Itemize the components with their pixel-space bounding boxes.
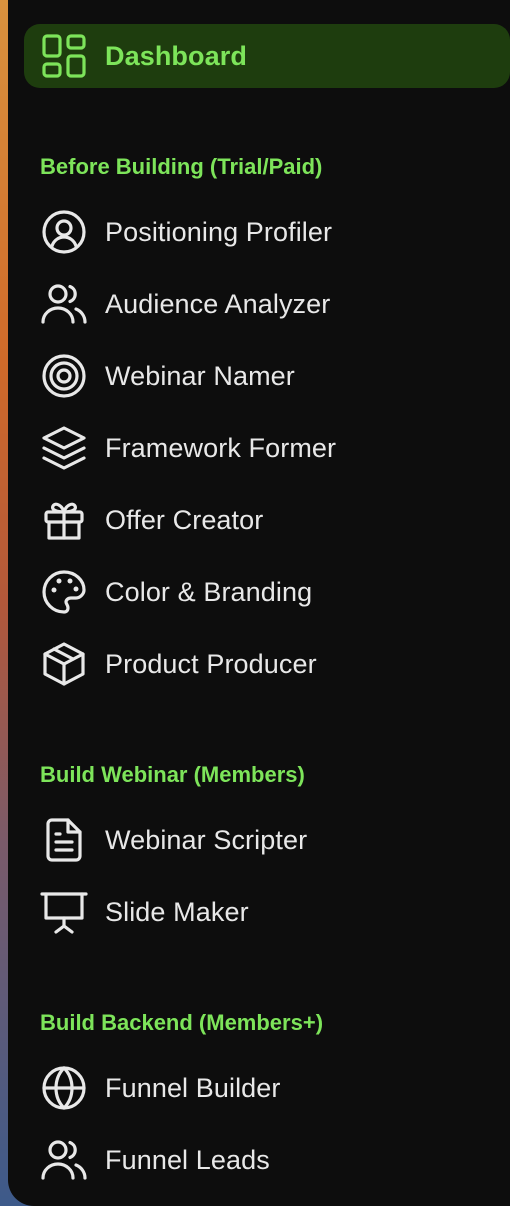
sidebar-item-label: Color & Branding [105, 576, 313, 607]
sidebar-item-slide-maker[interactable]: Slide Maker [8, 882, 510, 942]
section-heading-build-backend: Build Backend (Members+) [40, 1010, 324, 1035]
sidebar-item-label: Funnel Builder [105, 1072, 281, 1103]
sidebar-item-label: Webinar Scripter [105, 824, 308, 855]
sidebar-item-webinar-scripter[interactable]: Webinar Scripter [8, 810, 510, 870]
box-icon [40, 640, 88, 688]
users-icon [40, 280, 88, 328]
sidebar-item-funnel-leads[interactable]: Funnel Leads [8, 1130, 510, 1190]
sidebar-item-positioning-profiler[interactable]: Positioning Profiler [8, 202, 510, 262]
globe-icon [40, 1064, 88, 1112]
sidebar-item-product-producer[interactable]: Product Producer [8, 634, 510, 694]
sidebar-item-funnel-builder[interactable]: Funnel Builder [8, 1058, 510, 1118]
document-icon [40, 816, 88, 864]
users-icon [40, 1136, 88, 1184]
sidebar: Dashboard Before Building (Trial/Paid) P… [8, 0, 510, 1206]
sidebar-item-label: Funnel Leads [105, 1144, 270, 1175]
sidebar-item-label: Webinar Namer [105, 360, 295, 391]
sidebar-item-dashboard[interactable]: Dashboard [8, 26, 510, 86]
user-circle-icon [40, 208, 88, 256]
sidebar-item-offer-creator[interactable]: Offer Creator [8, 490, 510, 550]
section-heading-build-webinar: Build Webinar (Members) [40, 762, 305, 787]
sidebar-item-label: Offer Creator [105, 504, 264, 535]
gift-icon [40, 496, 88, 544]
sidebar-item-framework-former[interactable]: Framework Former [8, 418, 510, 478]
sidebar-item-label: Framework Former [105, 432, 337, 463]
layers-icon [40, 424, 88, 472]
sidebar-item-label: Product Producer [105, 648, 317, 679]
sidebar-item-label: Audience Analyzer [105, 288, 331, 319]
sidebar-item-audience-analyzer[interactable]: Audience Analyzer [8, 274, 510, 334]
sidebar-item-color-branding[interactable]: Color & Branding [8, 562, 510, 622]
palette-icon [40, 568, 88, 616]
sidebar-item-label: Positioning Profiler [105, 216, 333, 247]
sidebar-item-webinar-namer[interactable]: Webinar Namer [8, 346, 510, 406]
grid-icon [40, 32, 88, 80]
section-heading-before-building: Before Building (Trial/Paid) [40, 154, 323, 179]
target-icon [40, 352, 88, 400]
sidebar-item-label: Dashboard [105, 40, 247, 71]
presentation-icon [40, 888, 88, 936]
sidebar-item-label: Slide Maker [105, 896, 249, 927]
